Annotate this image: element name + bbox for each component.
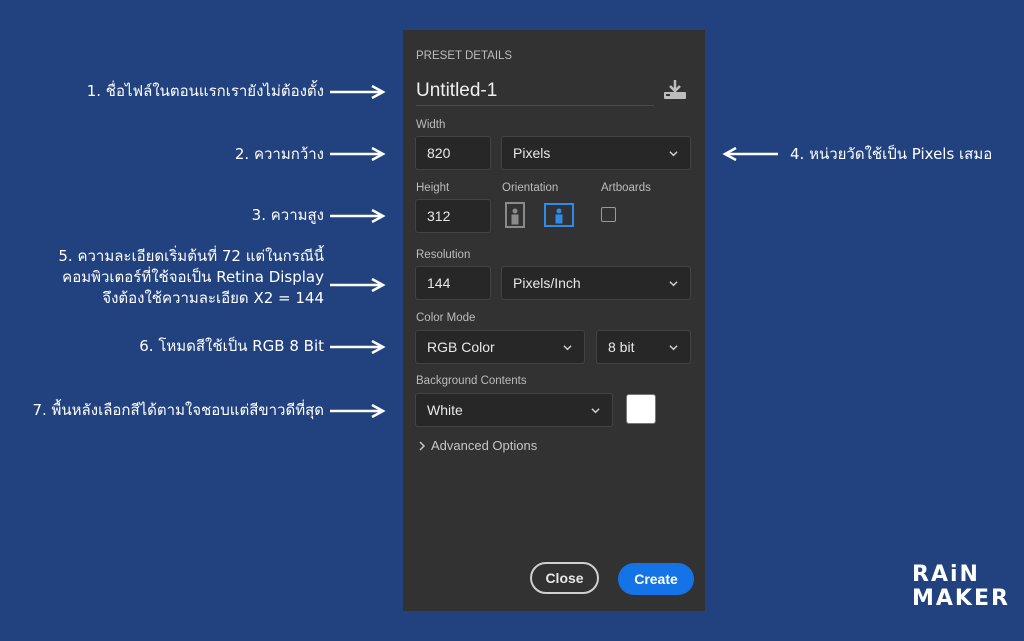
color-mode-label: Color Mode bbox=[416, 312, 476, 324]
background-color-swatch[interactable] bbox=[626, 394, 656, 424]
close-button[interactable]: Close bbox=[530, 562, 599, 594]
logo-line2: MAKER bbox=[912, 586, 1010, 611]
chevron-down-icon bbox=[591, 407, 600, 413]
annotation-background: 7. พื้นหลังเลือกสีได้ตามใจชอบแต่สีขาวดีท… bbox=[32, 401, 324, 419]
width-unit-value: Pixels bbox=[513, 145, 551, 161]
artboards-label: Artboards bbox=[601, 182, 651, 194]
logo-line1: RAiN bbox=[912, 562, 980, 587]
chevron-down-icon bbox=[563, 344, 572, 350]
annotation-units: 4. หน่วยวัดใช้เป็น Pixels เสมอ bbox=[790, 145, 993, 163]
arrow-right-icon bbox=[330, 340, 386, 354]
panel-header: PRESET DETAILS bbox=[416, 50, 513, 62]
resolution-unit-value: Pixels/Inch bbox=[513, 275, 581, 291]
portrait-orientation-icon[interactable] bbox=[502, 202, 528, 228]
annotation-color-mode: 6. โหมดสีใช้เป็น RGB 8 Bit bbox=[139, 337, 324, 355]
preset-details-panel: PRESET DETAILS Untitled-1 Width 820 Pixe… bbox=[403, 30, 705, 611]
background-contents-value: White bbox=[427, 402, 463, 418]
bit-depth-select[interactable]: 8 bit bbox=[596, 330, 691, 364]
orientation-label: Orientation bbox=[502, 182, 559, 194]
arrow-left-icon bbox=[722, 147, 778, 161]
arrow-right-icon bbox=[330, 147, 386, 161]
width-value: 820 bbox=[427, 145, 451, 161]
chevron-down-icon bbox=[669, 344, 678, 350]
width-label: Width bbox=[416, 119, 446, 131]
height-value: 312 bbox=[427, 208, 451, 224]
bit-depth-value: 8 bit bbox=[608, 339, 635, 355]
save-preset-icon[interactable] bbox=[661, 78, 689, 102]
width-unit-select[interactable]: Pixels bbox=[501, 136, 691, 170]
annotation-resolution-line2: คอมพิวเตอร์ที่ใช้จอเป็น Retina Display bbox=[62, 268, 324, 286]
arrow-right-icon bbox=[330, 209, 386, 223]
color-mode-value: RGB Color bbox=[427, 339, 495, 355]
landscape-orientation-icon[interactable] bbox=[544, 202, 574, 228]
advanced-options-label: Advanced Options bbox=[431, 438, 538, 453]
annotation-resolution-line3: จึงต้องใช้ความละเอียด X2 = 144 bbox=[102, 289, 324, 307]
arrow-right-icon bbox=[330, 404, 386, 418]
resolution-input[interactable]: 144 bbox=[415, 266, 491, 300]
background-contents-select[interactable]: White bbox=[415, 393, 613, 427]
chevron-down-icon bbox=[669, 280, 678, 286]
height-input[interactable]: 312 bbox=[415, 199, 491, 233]
annotation-height: 3. ความสูง bbox=[251, 206, 324, 224]
resolution-label: Resolution bbox=[416, 249, 471, 261]
annotation-resolution: 5. ความละเอียดเริ่มต้นที่ 72 แต่ในกรณีนี… bbox=[58, 246, 324, 309]
annotation-resolution-line1: 5. ความละเอียดเริ่มต้นที่ 72 แต่ในกรณีนี… bbox=[58, 247, 324, 265]
annotation-width: 2. ความกว้าง bbox=[234, 145, 324, 163]
width-input[interactable]: 820 bbox=[415, 136, 491, 170]
resolution-unit-select[interactable]: Pixels/Inch bbox=[501, 266, 691, 300]
resolution-value: 144 bbox=[427, 275, 451, 291]
arrow-right-icon bbox=[330, 85, 386, 99]
rainmaker-logo: RAiN MAKER bbox=[912, 563, 1010, 611]
arrow-right-icon bbox=[330, 278, 386, 292]
artboards-checkbox[interactable] bbox=[601, 207, 616, 222]
advanced-options-toggle[interactable]: Advanced Options bbox=[418, 438, 537, 453]
create-button[interactable]: Create bbox=[618, 563, 694, 595]
annotation-filename: 1. ชื่อไฟล์ในตอนแรกเรายังไม่ต้องตั้ง bbox=[86, 82, 324, 100]
chevron-down-icon bbox=[669, 150, 678, 156]
document-name-input[interactable]: Untitled-1 bbox=[416, 77, 654, 106]
height-label: Height bbox=[416, 182, 450, 194]
chevron-right-icon bbox=[419, 440, 426, 451]
color-mode-select[interactable]: RGB Color bbox=[415, 330, 585, 364]
background-contents-label: Background Contents bbox=[416, 375, 527, 387]
